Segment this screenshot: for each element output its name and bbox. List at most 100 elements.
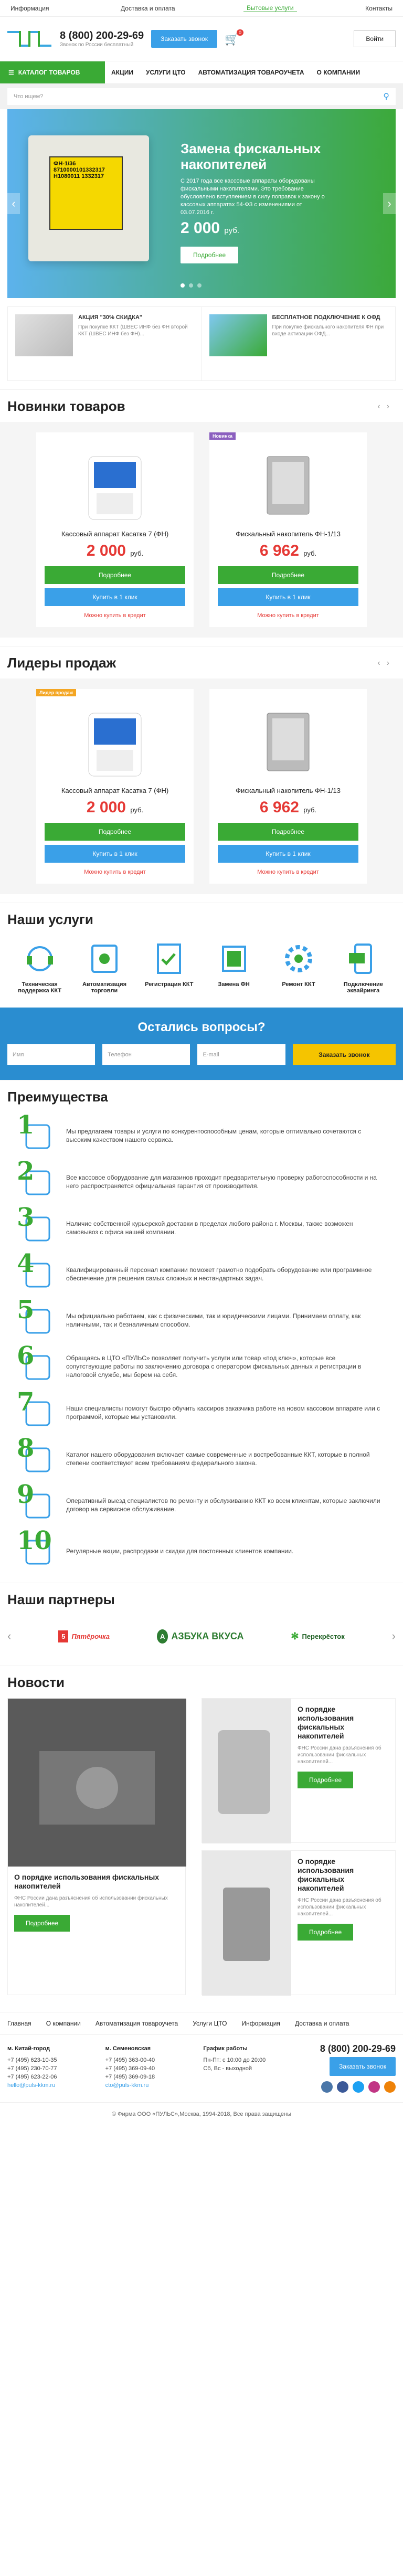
name-field[interactable]: Имя xyxy=(7,1044,96,1065)
service-support[interactable]: Техническая поддержка ККТ xyxy=(14,940,66,994)
topbar-contacts[interactable]: Контакты xyxy=(362,5,396,12)
buy-one-click-button[interactable]: Купить в 1 клик xyxy=(218,588,358,606)
service-registration[interactable]: Регистрация ККТ xyxy=(143,940,195,994)
news-card[interactable]: О порядке использования фискальных накоп… xyxy=(7,1698,186,1995)
product-card[interactable]: Кассовый аппарат Касатка 7 (ФН) 2 000 ру… xyxy=(36,432,194,627)
work-hours: Пн-Пт: с 10:00 до 20:00 xyxy=(203,2057,266,2063)
footer-link[interactable]: Автоматизация товароучета xyxy=(96,2020,178,2027)
topbar-info[interactable]: Информация xyxy=(7,5,52,12)
nav-cto[interactable]: Услуги ЦТО xyxy=(140,61,192,83)
promo-card[interactable]: Бесплатное подключение к ОФД При покупке … xyxy=(201,307,396,380)
news-more-button[interactable]: Подробнее xyxy=(298,1924,354,1941)
footer-email[interactable]: hello@puls-kkm.ru xyxy=(7,2081,86,2090)
topbar-services[interactable]: Бытовые услуги xyxy=(243,4,297,12)
slider-next-icon[interactable]: › xyxy=(383,193,396,214)
service-automation[interactable]: Автоматизация торговли xyxy=(78,940,131,994)
promo-card[interactable]: Акция "30% скидка" При покупке ККТ (ШВЕС … xyxy=(8,307,202,380)
footer-phone[interactable]: +7 (495) 230-70-77 xyxy=(7,2064,86,2073)
hero-slider: ‹ › ФН-1/36 8710000101332317 Н1080011 13… xyxy=(7,109,396,298)
call-button[interactable]: Заказать звонок xyxy=(151,30,218,48)
search-bar: Что ищем? ⚲ xyxy=(0,84,403,109)
footer-phone-main[interactable]: 8 (800) 200-29-69 xyxy=(301,2044,396,2053)
footer-phone[interactable]: +7 (495) 369-09-18 xyxy=(105,2073,184,2081)
nav-about[interactable]: О компании xyxy=(311,61,367,83)
footer-phone[interactable]: +7 (495) 623-10-35 xyxy=(7,2056,86,2064)
slider-dot[interactable] xyxy=(189,283,193,288)
partners-prev-icon[interactable]: ‹ xyxy=(7,1629,11,1643)
partner-logo[interactable]: ✻ Перекрёсток xyxy=(291,1631,344,1642)
slider-dot[interactable] xyxy=(197,283,202,288)
callback-button[interactable]: Заказать звонок xyxy=(292,1044,396,1065)
product-image xyxy=(68,446,162,525)
advantage-number: 8 xyxy=(17,1434,35,1463)
nav-automation[interactable]: Автоматизация товароучета xyxy=(192,61,311,83)
footer-phone[interactable]: +7 (495) 623-22-06 xyxy=(7,2073,86,2081)
partner-logo[interactable]: 5 Пятёрочка xyxy=(58,1630,110,1642)
footer-email[interactable]: cto@puls-kkm.ru xyxy=(105,2081,184,2090)
product-name[interactable]: Кассовый аппарат Касатка 7 (ФН) xyxy=(45,530,185,538)
login-button[interactable]: Войти xyxy=(354,30,396,47)
slider-more-button[interactable]: Подробнее xyxy=(181,247,239,263)
instagram-icon[interactable] xyxy=(368,2081,380,2093)
news-card[interactable]: О порядке использования фискальных накоп… xyxy=(202,1850,396,1996)
search-input[interactable]: Что ищем? ⚲ xyxy=(7,88,396,105)
search-icon[interactable]: ⚲ xyxy=(383,91,389,102)
news-card[interactable]: О порядке использования фискальных накоп… xyxy=(202,1698,396,1843)
product-card[interactable]: Лидер продаж Кассовый аппарат Касатка 7 … xyxy=(36,689,194,884)
product-card[interactable]: Фискальный накопитель ФН-1/13 6 962 руб.… xyxy=(209,689,367,884)
advantage-number: 10 xyxy=(17,1526,52,1555)
catalog-button[interactable]: ☰ Каталог товаров xyxy=(0,61,105,83)
footer-heading: График работы xyxy=(203,2045,248,2052)
news-more-button[interactable]: Подробнее xyxy=(298,1772,354,1788)
footer-call-button[interactable]: Заказать звонок xyxy=(330,2057,396,2076)
news-title[interactable]: О порядке использования фискальных накоп… xyxy=(14,1873,179,1891)
details-button[interactable]: Подробнее xyxy=(218,566,358,584)
facebook-icon[interactable] xyxy=(336,2081,348,2093)
vk-icon[interactable] xyxy=(321,2081,333,2093)
logo[interactable] xyxy=(7,26,52,52)
credit-link[interactable]: Можно купить в кредит xyxy=(45,612,185,619)
cart-icon[interactable]: 🛒 0 xyxy=(225,29,244,46)
news-title[interactable]: О порядке использования фискальных накоп… xyxy=(298,1705,389,1741)
credit-link[interactable]: Можно купить в кредит xyxy=(218,869,358,875)
advantage-number: 3 xyxy=(17,1203,35,1232)
topbar-delivery[interactable]: Доставка и оплата xyxy=(118,5,178,12)
footer-link[interactable]: Доставка и оплата xyxy=(295,2020,349,2027)
slider-text: С 2017 года все кассовые аппараты оборуд… xyxy=(181,178,325,216)
service-acquiring[interactable]: Подключение эквайринга xyxy=(337,940,389,994)
details-button[interactable]: Подробнее xyxy=(218,823,358,841)
partners-next-icon[interactable]: › xyxy=(392,1629,396,1643)
twitter-icon[interactable] xyxy=(352,2081,364,2093)
footer-link[interactable]: Главная xyxy=(7,2020,31,2027)
footer-link[interactable]: Услуги ЦТО xyxy=(193,2020,227,2027)
footer-link[interactable]: О компании xyxy=(46,2020,81,2027)
details-button[interactable]: Подробнее xyxy=(45,823,185,841)
carousel-arrows-icon[interactable]: ‹› xyxy=(377,402,396,411)
footer-phone[interactable]: +7 (495) 363-00-40 xyxy=(105,2056,184,2064)
credit-link[interactable]: Можно купить в кредит xyxy=(45,869,185,875)
product-name[interactable]: Кассовый аппарат Касатка 7 (ФН) xyxy=(45,787,185,794)
footer-phone[interactable]: +7 (495) 369-09-40 xyxy=(105,2064,184,2073)
email-field[interactable]: E-mail xyxy=(197,1044,285,1065)
slider-dot[interactable] xyxy=(181,283,185,288)
header-phone[interactable]: 8 (800) 200-29-69 xyxy=(60,30,144,42)
buy-one-click-button[interactable]: Купить в 1 клик xyxy=(45,588,185,606)
footer-link[interactable]: Информация xyxy=(241,2020,280,2027)
partner-logo[interactable]: A АЗБУКА ВКУСА xyxy=(156,1629,243,1644)
slider-prev-icon[interactable]: ‹ xyxy=(7,193,20,214)
odnoklassniki-icon[interactable] xyxy=(384,2081,396,2093)
service-repair[interactable]: Ремонт ККТ xyxy=(272,940,325,994)
product-name[interactable]: Фискальный накопитель ФН-1/13 xyxy=(218,530,358,538)
credit-link[interactable]: Можно купить в кредит xyxy=(218,612,358,619)
news-more-button[interactable]: Подробнее xyxy=(14,1915,70,1932)
details-button[interactable]: Подробнее xyxy=(45,566,185,584)
product-name[interactable]: Фискальный накопитель ФН-1/13 xyxy=(218,787,358,794)
service-fn[interactable]: Замена ФН xyxy=(208,940,260,994)
buy-one-click-button[interactable]: Купить в 1 клик xyxy=(45,845,185,863)
nav-promo[interactable]: Акции xyxy=(105,61,140,83)
phone-field[interactable]: Телефон xyxy=(102,1044,190,1065)
buy-one-click-button[interactable]: Купить в 1 клик xyxy=(218,845,358,863)
carousel-arrows-icon[interactable]: ‹› xyxy=(377,659,396,668)
product-card[interactable]: Новинка Фискальный накопитель ФН-1/13 6 … xyxy=(209,432,367,627)
news-title[interactable]: О порядке использования фискальных накоп… xyxy=(298,1857,389,1893)
